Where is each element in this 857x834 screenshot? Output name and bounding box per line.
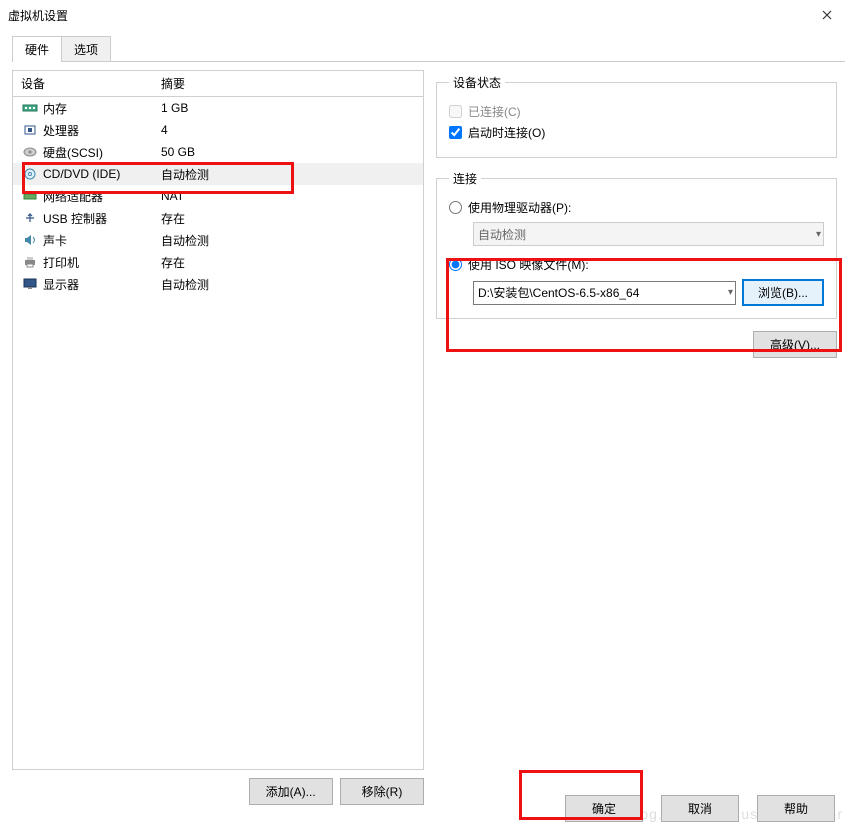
cd-icon [21, 166, 39, 182]
device-name: 内存 [43, 100, 161, 117]
iso-path-combo[interactable]: D:\安装包\CentOS-6.5-x86_64 ▾ [473, 281, 736, 305]
connection-group: 连接 使用物理驱动器(P): 自动检测 ▾ 使用 ISO 映像文件(M): D:… [436, 170, 837, 319]
device-list[interactable]: 内存 1 GB 处理器 4 硬盘(SCSI) 50 GB CD/DVD (IDE… [13, 97, 423, 769]
physical-radio[interactable] [449, 201, 462, 214]
advanced-button[interactable]: 高级(V)... [753, 331, 837, 358]
tabs: 硬件 选项 [0, 30, 857, 62]
device-summary: NAT [161, 189, 415, 203]
content: 设备 摘要 内存 1 GB 处理器 4 硬盘(SCSI) 50 GB [0, 62, 857, 813]
left-panel: 设备 摘要 内存 1 GB 处理器 4 硬盘(SCSI) 50 GB [12, 70, 424, 805]
device-name: 声卡 [43, 232, 161, 249]
iso-label: 使用 ISO 映像文件(M): [468, 256, 589, 273]
right-panel: 设备状态 已连接(C) 启动时连接(O) 连接 使用物理驱动器(P): 自动检测… [436, 70, 845, 805]
device-row-cddvd[interactable]: CD/DVD (IDE) 自动检测 [13, 163, 423, 185]
title-bar: 虚拟机设置 [0, 0, 857, 30]
browse-button[interactable]: 浏览(B)... [742, 279, 824, 306]
header-summary: 摘要 [161, 75, 415, 92]
cpu-icon [21, 122, 39, 138]
sound-icon [21, 232, 39, 248]
display-icon [21, 276, 39, 292]
device-row-memory[interactable]: 内存 1 GB [13, 97, 423, 119]
device-status-group: 设备状态 已连接(C) 启动时连接(O) [436, 74, 837, 158]
left-buttons: 添加(A)... 移除(R) [12, 770, 424, 805]
device-summary: 自动检测 [161, 166, 415, 183]
usb-icon [21, 210, 39, 226]
connect-on-checkbox[interactable] [449, 126, 462, 139]
ok-button[interactable]: 确定 [565, 795, 643, 822]
device-row-harddisk[interactable]: 硬盘(SCSI) 50 GB [13, 141, 423, 163]
printer-icon [21, 254, 39, 270]
device-row-processor[interactable]: 处理器 4 [13, 119, 423, 141]
device-row-network[interactable]: 网络适配器 NAT [13, 185, 423, 207]
device-summary: 1 GB [161, 101, 415, 115]
chevron-down-icon: ▾ [816, 229, 821, 240]
connected-checkbox [449, 105, 462, 118]
device-status-legend: 设备状态 [449, 74, 505, 91]
device-panel: 设备 摘要 内存 1 GB 处理器 4 硬盘(SCSI) 50 GB [12, 70, 424, 770]
network-icon [21, 188, 39, 204]
physical-combo-value: 自动检测 [478, 226, 526, 243]
iso-input-row: D:\安装包\CentOS-6.5-x86_64 ▾ 浏览(B)... [473, 279, 824, 306]
footer-buttons: 确定 取消 帮助 [561, 795, 835, 822]
device-summary: 自动检测 [161, 276, 415, 293]
iso-radio[interactable] [449, 258, 462, 271]
connected-row: 已连接(C) [449, 103, 824, 120]
device-summary: 存在 [161, 254, 415, 271]
device-summary: 存在 [161, 210, 415, 227]
device-list-header: 设备 摘要 [13, 71, 423, 97]
device-name: CD/DVD (IDE) [43, 167, 161, 181]
device-name: 打印机 [43, 254, 161, 271]
device-row-sound[interactable]: 声卡 自动检测 [13, 229, 423, 251]
device-row-display[interactable]: 显示器 自动检测 [13, 273, 423, 295]
tab-hardware[interactable]: 硬件 [12, 36, 62, 62]
device-summary: 4 [161, 123, 415, 137]
connect-on-row[interactable]: 启动时连接(O) [449, 124, 824, 141]
close-icon [822, 10, 832, 20]
physical-combo-row: 自动检测 ▾ [473, 222, 824, 246]
tab-underline [12, 61, 845, 62]
window-title: 虚拟机设置 [8, 7, 805, 24]
device-summary: 50 GB [161, 145, 415, 159]
device-name: 硬盘(SCSI) [43, 144, 161, 161]
device-name: 网络适配器 [43, 188, 161, 205]
close-button[interactable] [805, 0, 849, 30]
cancel-button[interactable]: 取消 [661, 795, 739, 822]
connection-legend: 连接 [449, 170, 481, 187]
device-name: 处理器 [43, 122, 161, 139]
chevron-down-icon[interactable]: ▾ [728, 287, 733, 298]
device-name: USB 控制器 [43, 210, 161, 227]
device-name: 显示器 [43, 276, 161, 293]
advanced-row: 高级(V)... [436, 331, 837, 358]
memory-icon [21, 100, 39, 116]
disk-icon [21, 144, 39, 160]
physical-combo: 自动检测 ▾ [473, 222, 824, 246]
header-device: 设备 [21, 75, 161, 92]
device-row-printer[interactable]: 打印机 存在 [13, 251, 423, 273]
iso-row[interactable]: 使用 ISO 映像文件(M): [449, 256, 824, 273]
connect-on-label: 启动时连接(O) [468, 124, 545, 141]
physical-drive-row[interactable]: 使用物理驱动器(P): [449, 199, 824, 216]
device-summary: 自动检测 [161, 232, 415, 249]
connected-label: 已连接(C) [468, 103, 521, 120]
device-row-usb[interactable]: USB 控制器 存在 [13, 207, 423, 229]
iso-path-value: D:\安装包\CentOS-6.5-x86_64 [478, 284, 639, 301]
tab-options[interactable]: 选项 [61, 36, 111, 62]
add-button[interactable]: 添加(A)... [249, 778, 333, 805]
remove-button[interactable]: 移除(R) [340, 778, 424, 805]
physical-label: 使用物理驱动器(P): [468, 199, 571, 216]
help-button[interactable]: 帮助 [757, 795, 835, 822]
